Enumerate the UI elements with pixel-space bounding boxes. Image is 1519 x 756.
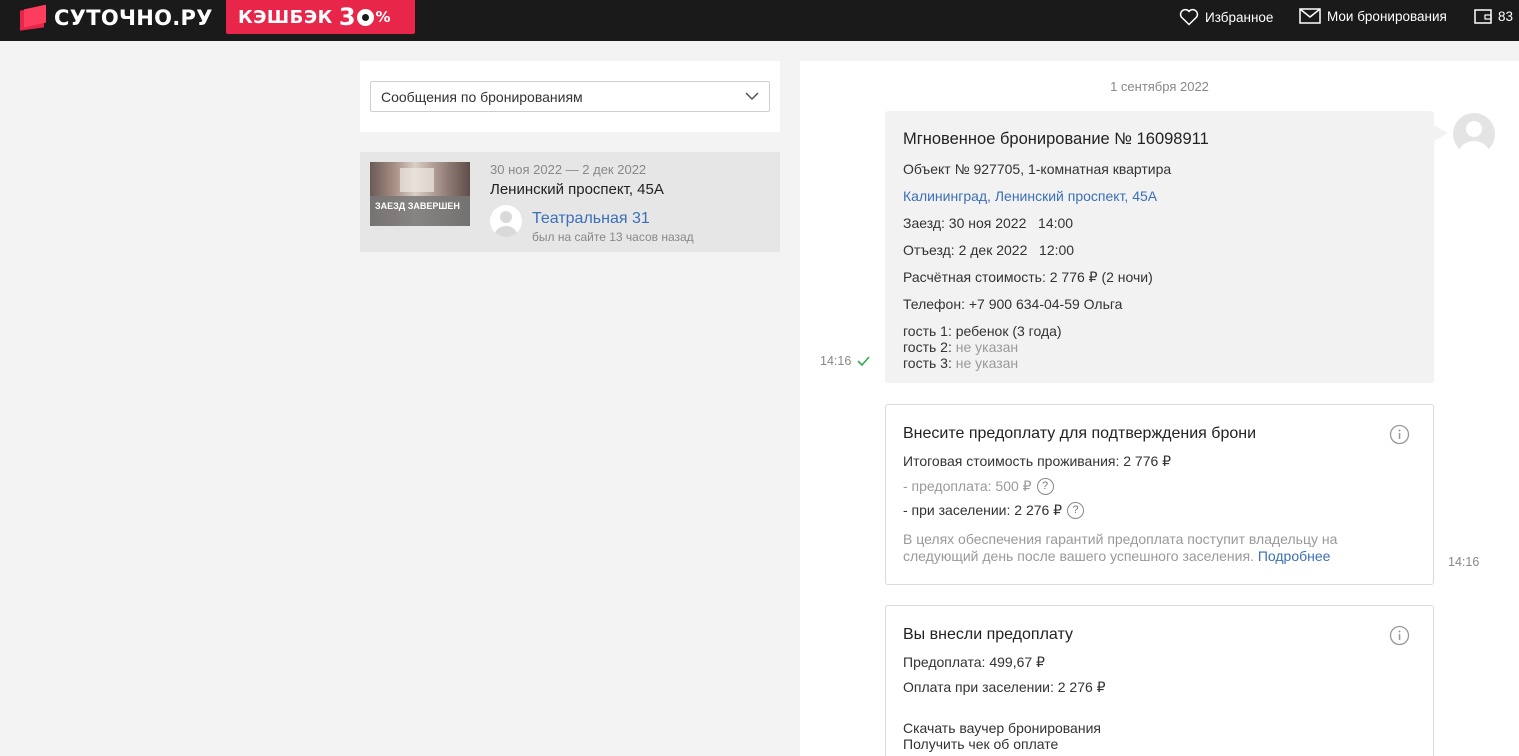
chat-panel: 1 сентября 2022 Мгновенное бронирование …	[800, 61, 1519, 756]
site-logo[interactable]: СУТОЧНО.РУ	[18, 3, 213, 33]
prepayment-request-card: Внесите предоплату для подтверждения бро…	[885, 404, 1434, 585]
envelope-icon	[1299, 8, 1321, 24]
price-info: Расчётная стоимость: 2 776 ₽ (2 ночи)	[903, 269, 1153, 285]
guest-2-label: гость 2:	[903, 339, 952, 355]
guest-2: гость 2: не указан	[903, 339, 1018, 355]
phone-info: Телефон: +7 900 634-04-59 Ольга	[903, 296, 1123, 312]
location-link[interactable]: Калининград, Ленинский проспект, 45А	[903, 188, 1157, 204]
prepayment-paid-card: Вы внесли предоплату Предоплата: 499,67 …	[885, 605, 1434, 756]
prepayment-paid-title: Вы внесли предоплату	[903, 626, 1073, 643]
guest-3-label: гость 3:	[903, 355, 952, 371]
top-header: СУТОЧНО.РУ КЭШБЭК 3 % Избранное Мои брон…	[0, 0, 1519, 41]
prepay-card-time: 14:16	[1448, 555, 1480, 569]
host-name-link[interactable]: Театральная 31	[532, 210, 650, 228]
info-icon[interactable]	[1389, 625, 1410, 646]
cashback-digit: 3	[338, 3, 356, 31]
check-icon	[857, 356, 870, 366]
prepayment-note: В целях обеспечения гарантий предоплата …	[903, 531, 1383, 565]
prepayment-paid-amount: Предоплата: 499,67 ₽	[903, 654, 1045, 670]
chevron-down-icon	[745, 92, 759, 101]
logo-text: СУТОЧНО.РУ	[54, 6, 213, 30]
status-badge: ЗАЕЗД ЗАВЕРШЕН	[370, 196, 470, 226]
booking-conversation-item[interactable]: ЗАЕЗД ЗАВЕРШЕН 30 ноя 2022 — 2 дек 2022 …	[360, 152, 780, 252]
booking-message-bubble: Мгновенное бронирование № 16098911 Объек…	[885, 111, 1448, 383]
total-cost: Итоговая стоимость проживания: 2 776 ₽	[903, 453, 1172, 469]
nav-my-bookings[interactable]: Мои бронирования	[1299, 8, 1447, 24]
checkin-payment-amount: Оплата при заселении: 2 276 ₽	[903, 679, 1106, 695]
help-icon[interactable]: ?	[1067, 502, 1085, 519]
guest-1-value: ребенок (3 года)	[955, 323, 1062, 339]
logo-icon	[18, 4, 48, 31]
message-time: 14:16	[820, 354, 870, 368]
message-time-value: 14:16	[820, 354, 852, 368]
messages-filter-value: Сообщения по бронированиям	[381, 88, 583, 105]
help-icon[interactable]: ?	[1036, 478, 1054, 495]
info-icon[interactable]	[1389, 424, 1410, 445]
download-voucher-link[interactable]: Скачать ваучер бронирования	[903, 720, 1101, 736]
nav-favorites-label: Избранное	[1205, 9, 1274, 25]
booking-address: Ленинский проспект, 45А	[490, 181, 664, 198]
booking-dates: 30 ноя 2022 — 2 дек 2022	[490, 162, 647, 177]
nav-my-bookings-label: Мои бронирования	[1327, 8, 1447, 24]
messages-filter-panel: Сообщения по бронированиям	[360, 61, 780, 132]
prepayment-amount: - предоплата: 500 ₽ ?	[903, 478, 1054, 495]
heart-icon	[1179, 8, 1199, 26]
nav-favorites[interactable]: Избранное	[1179, 8, 1273, 26]
checkout-info: Отъезд: 2 дек 2022 12:00	[903, 242, 1075, 258]
guest-1-label: гость 1:	[903, 323, 952, 339]
get-receipt-link[interactable]: Получить чек об оплате	[903, 736, 1058, 752]
date-separator: 1 сентября 2022	[1110, 79, 1209, 94]
cashback-banner[interactable]: КЭШБЭК 3 %	[226, 0, 415, 34]
host-avatar	[490, 205, 522, 237]
more-info-link[interactable]: Подробнее	[1258, 548, 1331, 564]
guest-1: гость 1: ребенок (3 года)	[903, 323, 1062, 339]
checkin-payment: - при заселении: 2 276 ₽ ?	[903, 502, 1085, 519]
object-info: Объект № 927705, 1-комнатная квартира	[903, 161, 1172, 177]
property-thumbnail: ЗАЕЗД ЗАВЕРШЕН	[370, 162, 470, 226]
cashback-zero-icon	[356, 8, 374, 26]
user-avatar	[1453, 113, 1495, 155]
wallet-icon	[1474, 9, 1492, 24]
guest-3-value: не указан	[955, 355, 1019, 371]
cashback-word: КЭШБЭК	[238, 6, 333, 28]
nav-balance-label: 83	[1498, 8, 1514, 24]
guest-3: гость 3: не указан	[903, 355, 1018, 371]
cashback-percent: %	[375, 8, 391, 26]
guest-2-value: не указан	[955, 339, 1019, 355]
prepayment-request-title: Внесите предоплату для подтверждения бро…	[903, 425, 1257, 442]
messages-filter-select[interactable]: Сообщения по бронированиям	[370, 81, 770, 112]
nav-balance[interactable]: 83	[1474, 8, 1513, 24]
checkin-info: Заезд: 30 ноя 2022 14:00	[903, 215, 1074, 231]
checkin-payment-text: - при заселении: 2 276 ₽	[903, 502, 1063, 518]
host-last-seen: был на сайте 13 часов назад	[532, 230, 694, 244]
prepayment-amount-text: - предоплата: 500 ₽	[903, 478, 1032, 494]
booking-message-title: Мгновенное бронирование № 16098911	[903, 130, 1209, 148]
